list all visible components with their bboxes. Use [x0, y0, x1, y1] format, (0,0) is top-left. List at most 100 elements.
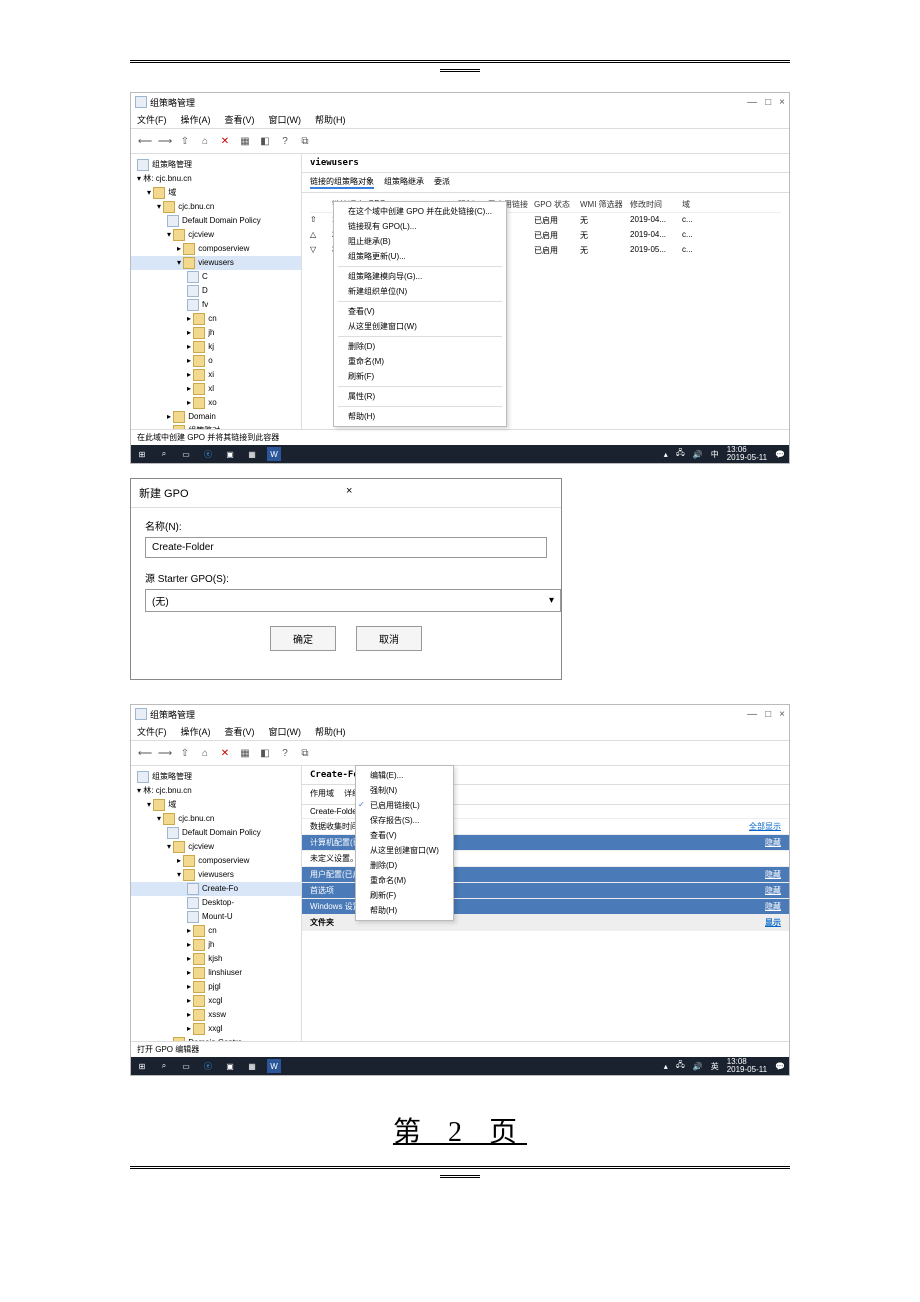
notifications-icon[interactable]: 💬 — [775, 450, 785, 459]
word-icon[interactable]: W — [267, 447, 281, 461]
toggle-link[interactable]: 隐藏 — [765, 837, 781, 848]
windows-start-icon[interactable]: ⊞ — [135, 1059, 149, 1073]
menu-item[interactable]: 在这个域中创建 GPO 并在此处链接(C)... — [334, 204, 506, 219]
toggle-link[interactable]: 全部显示 — [749, 821, 781, 832]
ime-lang[interactable]: 英 — [711, 1061, 719, 1072]
col-domain[interactable]: 域 — [682, 199, 712, 210]
tree-child-c[interactable]: C — [131, 270, 301, 284]
close-button[interactable]: × — [779, 97, 785, 108]
toggle-link[interactable]: 隐藏 — [765, 901, 781, 912]
tree-viewusers-selected[interactable]: ▾ viewusers — [131, 256, 301, 270]
layout-icon[interactable]: ◧ — [257, 133, 273, 149]
tree-domain[interactable]: ▾ cjc.bnu.cn — [131, 812, 301, 826]
menu-item[interactable]: 重命名(M) — [334, 354, 506, 369]
tree-child-fv[interactable]: fv — [131, 298, 301, 312]
menu-item[interactable]: 组策略建模向导(G)... — [334, 269, 506, 284]
menu-item[interactable]: 从这里创建窗口(W) — [334, 319, 506, 334]
tree-xcgl[interactable]: ▸ xcgl — [131, 994, 301, 1008]
tree-child-d[interactable]: D — [131, 284, 301, 298]
tree-forest[interactable]: ▾ 林: cjc.bnu.cn — [131, 172, 301, 186]
tree-create-folder-selected[interactable]: Create-Fo — [131, 882, 301, 896]
tree-xssw[interactable]: ▸ xssw — [131, 1008, 301, 1022]
tab-inheritance[interactable]: 组策略继承 — [384, 176, 424, 189]
nav-back-icon[interactable]: ⟵ — [137, 133, 153, 149]
tree-jh[interactable]: ▸ jh — [131, 938, 301, 952]
menu-item[interactable]: 查看(V) — [334, 304, 506, 319]
menu-item[interactable]: 保存报告(S)... — [356, 813, 453, 828]
minimize-button[interactable]: — — [747, 709, 757, 720]
word-icon[interactable]: W — [267, 1059, 281, 1073]
toggle-link[interactable]: 隐藏 — [765, 885, 781, 896]
gp-icon[interactable]: ▦ — [245, 1059, 259, 1073]
tree-pjgl[interactable]: ▸ pjgl — [131, 980, 301, 994]
taskview-icon[interactable]: ▭ — [179, 447, 193, 461]
properties-icon[interactable]: ▦ — [237, 745, 253, 761]
menu-item[interactable]: 从这里创建窗口(W) — [356, 843, 453, 858]
tree-child-o[interactable]: ▸ o — [131, 354, 301, 368]
menu-file[interactable]: 文件(F) — [137, 113, 167, 126]
menu-item[interactable]: 帮助(H) — [356, 903, 453, 918]
tree-cjcview[interactable]: ▾ cjcview — [131, 228, 301, 242]
menu-view[interactable]: 查看(V) — [225, 113, 255, 126]
menu-help[interactable]: 帮助(H) — [315, 113, 346, 126]
tree-root[interactable]: 组策略管理 — [131, 770, 301, 784]
tree-domain[interactable]: ▾ cjc.bnu.cn — [131, 200, 301, 214]
tree-cjcview[interactable]: ▾ cjcview — [131, 840, 301, 854]
menu-item[interactable]: 已启用链接(L) — [356, 798, 453, 813]
menu-item[interactable]: 刷新(F) — [356, 888, 453, 903]
tree-kjsh[interactable]: ▸ kjsh — [131, 952, 301, 966]
tree-child-xi[interactable]: ▸ xi — [131, 368, 301, 382]
properties-icon[interactable]: ▦ — [237, 133, 253, 149]
nav-back-icon[interactable]: ⟵ — [137, 745, 153, 761]
close-button[interactable]: × — [779, 709, 785, 720]
tray-net-icon[interactable]: 🖧 — [676, 447, 685, 461]
tray-volume-icon[interactable]: 🔊 — [693, 450, 703, 459]
tray-volume-icon[interactable]: 🔊 — [693, 1062, 703, 1071]
menu-window[interactable]: 窗口(W) — [269, 725, 302, 738]
menu-item[interactable]: 属性(R) — [334, 389, 506, 404]
tree-domains[interactable]: ▾ 域 — [131, 798, 301, 812]
tree-linshiuser[interactable]: ▸ linshiuser — [131, 966, 301, 980]
menu-item[interactable]: 删除(D) — [334, 339, 506, 354]
col-wmi[interactable]: WMI 筛选器 — [580, 199, 630, 210]
menu-item[interactable]: 刷新(F) — [334, 369, 506, 384]
search-icon[interactable]: ⌕ — [157, 447, 171, 461]
menu-item[interactable]: 新建组织单位(N) — [334, 284, 506, 299]
nav-forward-icon[interactable]: ⟶ — [157, 745, 173, 761]
menu-item[interactable]: 链接现有 GPO(L)... — [334, 219, 506, 234]
menu-action[interactable]: 操作(A) — [181, 725, 211, 738]
tree-child-cn[interactable]: ▸ cn — [131, 312, 301, 326]
tree-domains[interactable]: ▾ 域 — [131, 186, 301, 200]
toggle-link[interactable]: 显示 — [765, 917, 781, 928]
delete-icon[interactable]: ✕ — [217, 745, 233, 761]
menu-item[interactable]: 删除(D) — [356, 858, 453, 873]
menu-item[interactable]: 重命名(M) — [356, 873, 453, 888]
menu-window[interactable]: 窗口(W) — [269, 113, 302, 126]
tree-ddp[interactable]: Default Domain Policy — [131, 214, 301, 228]
ime-lang[interactable]: 中 — [711, 449, 719, 460]
nav-up-icon[interactable]: ⇧ — [177, 133, 193, 149]
tree-child-xo[interactable]: ▸ xo — [131, 396, 301, 410]
tree-ddp[interactable]: Default Domain Policy — [131, 826, 301, 840]
ie-icon[interactable]: ⓔ — [201, 447, 215, 461]
name-input[interactable] — [145, 537, 547, 558]
tray-up-icon[interactable]: ▴ — [664, 1062, 668, 1071]
tree-domain-controllers[interactable]: ▸ Domain — [131, 410, 301, 424]
tree-desktop-wallpaper[interactable]: Desktop- — [131, 896, 301, 910]
tree-composerview[interactable]: ▸ composerview — [131, 854, 301, 868]
menu-action[interactable]: 操作(A) — [181, 113, 211, 126]
ie-icon[interactable]: ⓔ — [201, 1059, 215, 1073]
delete-icon[interactable]: ✕ — [217, 133, 233, 149]
minimize-button[interactable]: — — [747, 97, 757, 108]
maximize-button[interactable]: □ — [765, 709, 771, 720]
col-modified[interactable]: 修改时间 — [630, 199, 682, 210]
tree-root[interactable]: 组策略管理 — [131, 158, 301, 172]
tray-net-icon[interactable]: 🖧 — [676, 1059, 685, 1073]
menu-item[interactable]: 组策略更新(U)... — [334, 249, 506, 264]
menu-item[interactable]: 查看(V) — [356, 828, 453, 843]
menu-help[interactable]: 帮助(H) — [315, 725, 346, 738]
window-icon[interactable]: ⧉ — [297, 745, 313, 761]
explorer-icon[interactable]: ▣ — [223, 447, 237, 461]
menu-view[interactable]: 查看(V) — [225, 725, 255, 738]
explorer-icon[interactable]: ▣ — [223, 1059, 237, 1073]
